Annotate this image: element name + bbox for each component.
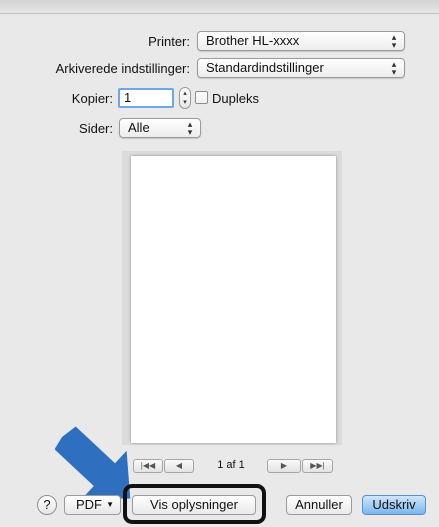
printer-label: Printer: bbox=[148, 34, 190, 49]
pdf-label: PDF bbox=[76, 497, 102, 512]
copies-stepper[interactable]: ▴ ▾ bbox=[179, 87, 191, 109]
up-down-chevron-icon: ▴ ▾ bbox=[391, 59, 397, 77]
pages-value: Alle bbox=[128, 120, 150, 135]
pages-label: Sider: bbox=[79, 121, 113, 136]
duplex-checkbox[interactable] bbox=[195, 91, 208, 104]
printer-popup[interactable]: Brother HL-xxxx ▴ ▾ bbox=[197, 31, 405, 51]
first-page-button[interactable]: |◀◀ bbox=[133, 459, 163, 473]
next-page-icon: ▶ bbox=[280, 461, 288, 470]
up-down-chevron-icon: ▴ ▾ bbox=[391, 32, 397, 50]
copies-label: Kopier: bbox=[71, 91, 113, 106]
help-icon: ? bbox=[43, 497, 51, 512]
highlight-box bbox=[123, 484, 266, 524]
presets-label: Arkiverede indstillinger: bbox=[55, 61, 190, 76]
last-page-button[interactable]: ▶▶| bbox=[302, 459, 333, 473]
pages-popup[interactable]: Alle ▴ ▾ bbox=[119, 118, 201, 138]
presets-value: Standardindstillinger bbox=[206, 60, 324, 75]
cancel-button[interactable]: Annuller bbox=[286, 495, 352, 515]
printer-value: Brother HL-xxxx bbox=[206, 33, 300, 48]
duplex-label: Dupleks bbox=[212, 91, 259, 106]
help-button[interactable]: ? bbox=[37, 495, 57, 515]
preview-page bbox=[131, 156, 336, 443]
first-page-icon: |◀◀ bbox=[140, 461, 156, 470]
chevron-down-icon: ▼ bbox=[106, 500, 114, 509]
page-indicator: 1 af 1 bbox=[217, 459, 245, 471]
print-button[interactable]: Udskriv bbox=[362, 495, 426, 515]
pdf-button[interactable]: PDF ▼ bbox=[64, 495, 121, 515]
window-top-strip bbox=[0, 0, 439, 14]
last-page-icon: ▶▶| bbox=[310, 461, 325, 470]
prev-page-button[interactable]: ◀ bbox=[164, 459, 194, 473]
presets-popup[interactable]: Standardindstillinger ▴ ▾ bbox=[197, 58, 405, 78]
prev-page-icon: ◀ bbox=[175, 461, 183, 470]
up-down-chevron-icon: ▴ ▾ bbox=[187, 119, 193, 137]
copies-input[interactable]: 1 bbox=[118, 88, 174, 108]
next-page-button[interactable]: ▶ bbox=[267, 459, 301, 473]
